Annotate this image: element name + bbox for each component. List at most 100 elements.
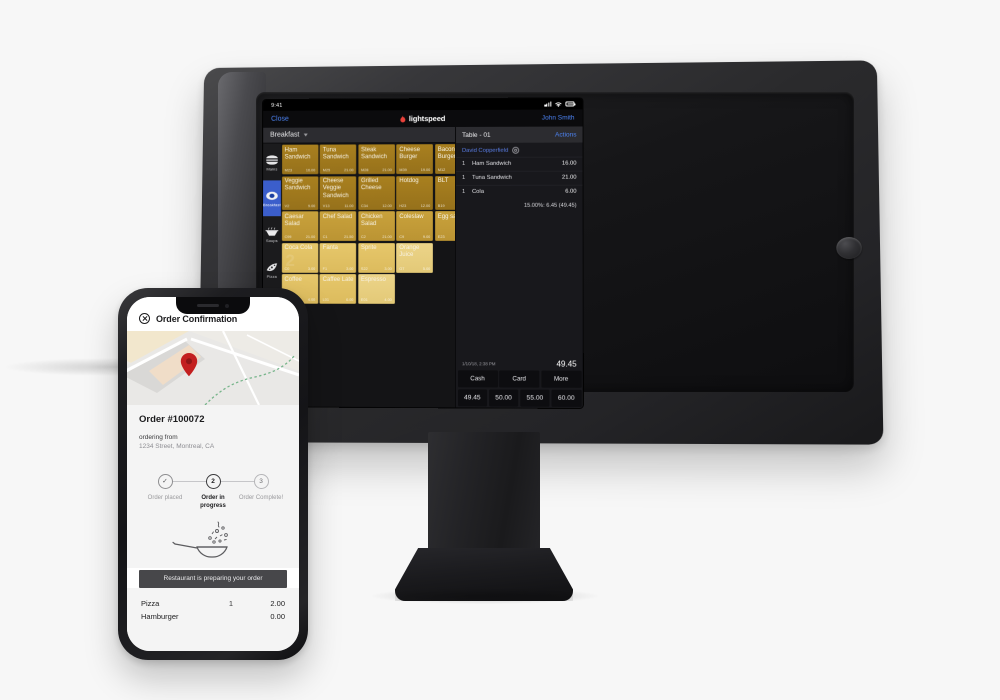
product-price: 19.00 [420,168,431,173]
product-tile[interactable]: 2 Coca Cola C0 3.00 [281,242,319,273]
pay-button-card[interactable]: Card [499,370,540,388]
product-name: Hotdog [399,178,419,185]
close-circle-icon[interactable] [139,313,150,324]
product-tile[interactable]: Grilled Cheese C34 12.00 [358,175,395,210]
product-name: Coleslaw [399,213,424,220]
order-item-row[interactable]: 1 Tuna Sandwich 21.00 [456,170,583,185]
sidebar-item-label: Pizza [266,273,277,279]
product-tile[interactable]: Egg salad E2319.00 [434,210,456,241]
pay-button-cash[interactable]: Cash [457,370,498,388]
product-name: Sprite [360,245,377,252]
product-row: Veggie Sandwich V2 9.00 Cheese Veggie Sandw… [281,175,456,210]
user-name[interactable]: John Smith [542,114,575,121]
amount-button-55-00[interactable]: 55.00 [519,389,550,407]
chevron-down-icon [303,133,308,137]
close-button[interactable]: Close [271,116,289,123]
egg-icon [265,190,279,201]
product-row: Caesar Salad C99 21.00 Chef Salad C1 21.50 Chi… [281,210,456,242]
frying-pan-icon [172,521,228,558]
map-view[interactable] [127,331,299,405]
product-tile[interactable]: Chicken Salad C2 21.00 [358,211,395,242]
product-tile[interactable]: Orange Juice O7 5.00 [396,242,434,273]
cooking-illustration [127,515,299,568]
amount-button-49-45[interactable]: 49.45 [457,388,488,406]
product-meta: M39 19.00 [399,168,430,172]
product-name: Caesar Salad [284,213,304,228]
step-badge: 3 [253,473,269,489]
product-price: 21.00 [344,168,354,173]
battery-icon [565,101,575,107]
sidebar-item-breakfast[interactable]: Breakfast [263,180,281,217]
order-pane: Table - 01 Actions David Copperfield 1 Ha… [454,126,583,408]
product-price: 9.00 [308,203,316,208]
product-sku: E01 [360,297,368,302]
category-selector[interactable]: Breakfast [263,126,456,144]
category-selected-label: Breakfast [270,131,300,139]
sidebar-item-label: Breakfast [263,201,281,207]
order-item-qty: 1 [462,188,466,195]
product-sku: V2 [284,203,290,208]
product-row: 2 Coca Cola C0 3.00 Fanta F1 3.00 Sprite S22 3.00… [281,242,455,273]
product-name: Cheese Burger [399,146,421,161]
eye-icon[interactable] [512,146,520,154]
product-tile[interactable]: Bacon Burger M1219.00 [434,143,456,175]
order-header: Table - 01 Actions [456,126,583,143]
product-name: Coffee [284,276,302,283]
product-sku: B19 [437,203,445,208]
product-tile[interactable]: Fanta F1 3.00 [319,242,357,273]
order-item-row[interactable]: 1 Cola 6.00 [456,184,583,199]
actions-button[interactable]: Actions [555,131,576,138]
restaurant-address: 1234 Street, Montreal, CA [139,442,215,450]
product-name: Ham Sandwich [284,147,311,161]
sidebar-item-mains[interactable]: Mains [263,145,281,181]
product-tile[interactable]: Espresso E01 4.00 [357,273,395,304]
product-meta: C9 9.00 [399,235,430,239]
product-tile[interactable]: Sprite S22 3.00 [357,242,395,273]
product-meta: S22 3.00 [361,266,392,270]
product-tile[interactable]: BLT B1910.00 [434,175,456,210]
product-sku: S22 [360,266,368,271]
product-tile[interactable]: Steak Sandwich M28 21.00 [358,144,395,175]
product-tile[interactable]: Tuna Sandwich M25 21.00 [319,144,357,175]
product-name: Veggie Sandwich [284,178,311,192]
terminal-shadow [372,588,598,604]
product-meta: C99 21.00 [285,235,316,239]
product-meta: L01 6.00 [323,298,354,302]
line-item-name: Pizza [141,598,160,608]
product-meta: B1910.00 [438,203,455,207]
order-item-qty: 1 [462,175,466,182]
product-tile[interactable]: Ham Sandwich M23 16.00 [281,144,319,175]
amount-button-50-00[interactable]: 50.00 [488,388,519,407]
product-meta: V2 9.00 [285,204,316,208]
product-sku: C1 [322,235,328,240]
product-tile[interactable]: Coleslaw C9 9.00 [396,211,434,242]
amount-button-60-00[interactable]: 60.00 [551,389,582,407]
ordering-from-label: ordering from [139,434,178,441]
product-tile[interactable]: Veggie Sandwich V2 9.00 [281,175,319,210]
product-tile[interactable]: Cheese Veggie Sandwich V13 11.00 [319,175,357,210]
product-tile[interactable]: Caesar Salad C99 21.00 [281,211,319,242]
pos-screen: 9:41 Close lightspeed John Smith Breakfa… [262,98,583,408]
order-spacer [456,214,583,356]
product-sku: C9 [399,235,405,240]
sidebar-item-soups[interactable]: Soups [263,216,281,252]
order-progress-stepper: ✓ Order placed 2 Order in progress 3 Order Co… [127,460,299,516]
product-tile[interactable]: Cheese Burger M39 19.00 [396,144,434,175]
pizza-slice-icon [265,261,279,272]
product-tile[interactable]: Caffee Late L01 6.00 [319,273,357,304]
phone-line-item: Hamburger 0.00 [141,610,285,623]
pay-button-more[interactable]: More [540,370,582,388]
product-tile[interactable]: Chef Salad C1 21.50 [319,211,357,242]
order-item-row[interactable]: 1 Ham Sandwich 16.00 [456,156,583,171]
product-meta: C2 21.00 [361,235,392,239]
sidebar-item-pizza[interactable]: Pizza [263,252,281,288]
sidebar-item-label: Soups [265,237,278,243]
product-sku: M28 [361,168,369,173]
step-label: Order placed [147,494,183,501]
quick-amount-buttons: 49.45 50.00 55.00 60.00 [456,388,583,408]
phone-notch [176,297,250,314]
product-tile[interactable]: Hotdog H23 12.00 [396,175,434,210]
product-name: Cheese Veggie Sandwich [322,178,349,200]
order-customer[interactable]: David Copperfield [456,143,583,157]
product-meta: C0 3.00 [285,266,316,270]
